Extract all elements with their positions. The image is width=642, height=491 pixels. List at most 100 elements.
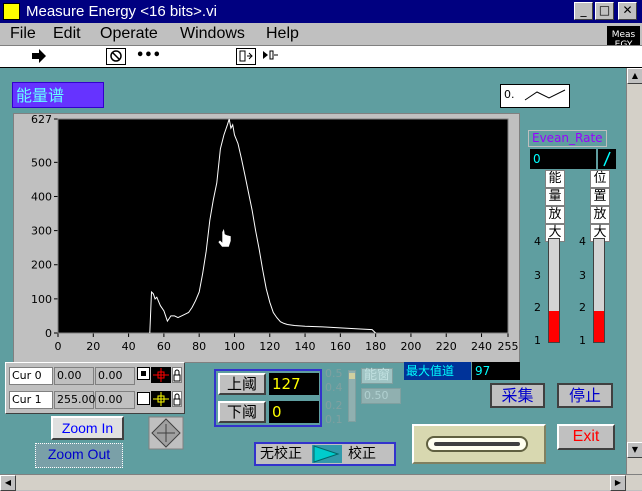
position-gain-char: 放 <box>590 206 610 224</box>
x-tick-label: 240 <box>471 340 492 353</box>
labview-app-icon[interactable] <box>3 3 20 20</box>
energy-window-label: 能窗 <box>361 368 393 384</box>
x-tick-label: 200 <box>400 340 421 353</box>
cursor-y-1: 0.00 <box>95 391 135 409</box>
cursor-x-1: 255.00 <box>54 391 96 409</box>
toolbar <box>0 45 642 68</box>
cursor-crosshair-red-icon[interactable] <box>151 367 171 383</box>
plot-legend[interactable]: 0. <box>500 84 570 108</box>
position-gain-char: 位 <box>590 170 610 188</box>
menu-help[interactable]: Help <box>266 24 299 44</box>
calibration-off-label: 无校正 <box>260 446 302 462</box>
toolbar-dots[interactable]: ••• <box>136 48 161 65</box>
scroll-down-icon[interactable]: ▼ <box>627 442 642 458</box>
position-gain-slider[interactable] <box>593 238 605 343</box>
lower-threshold-label: 下阈 <box>218 401 266 423</box>
energy-window-slider[interactable] <box>348 370 356 422</box>
scroll-right-icon[interactable]: ▶ <box>610 475 626 491</box>
x-tick-label: 100 <box>224 340 245 353</box>
calibration-switch[interactable]: 无校正 校正 <box>254 442 396 466</box>
cursor-lock-icon[interactable] <box>172 367 182 383</box>
energy-spectrum-graph[interactable]: 627 500 400 300 200 100 0 0 20 40 60 80 100 120 140 16… <box>13 113 520 363</box>
position-tick: 1 <box>579 334 586 347</box>
cursor-lock-icon[interactable] <box>172 391 182 407</box>
energy-gain-char: 放 <box>545 206 565 224</box>
cursor-crosshair-yellow-icon[interactable] <box>151 391 171 407</box>
window-tick: 0.1 <box>325 413 343 426</box>
stop-button[interactable]: 停止 <box>557 383 613 408</box>
menu-windows[interactable]: Windows <box>180 24 245 44</box>
upper-threshold-label: 上阈 <box>218 373 266 395</box>
energy-gain-char: 量 <box>545 188 565 206</box>
vi-icon-line1: Meas <box>611 30 636 40</box>
energy-tick: 3 <box>534 269 541 282</box>
x-tick-label: 140 <box>295 340 316 353</box>
cursor-x-0: 0.00 <box>54 367 94 385</box>
upper-threshold-value[interactable]: 127 <box>269 373 319 395</box>
position-gain-char: 置 <box>590 188 610 206</box>
window-tick: 0.5 <box>325 367 343 380</box>
energy-gain-fill <box>549 311 559 342</box>
energy-gain-slider[interactable] <box>548 238 560 343</box>
zoom-in-button[interactable]: Zoom In <box>51 416 124 440</box>
evean-rate-scale <box>598 149 616 169</box>
energy-gain-label: 能 量 放 大 <box>545 170 565 242</box>
maximize-button[interactable]: □ <box>595 2 614 20</box>
x-tick-label: 255 <box>498 340 519 353</box>
cursor-style-1[interactable] <box>137 392 150 405</box>
close-button[interactable]: ✕ <box>618 2 637 20</box>
x-tick-label: 20 <box>86 340 100 353</box>
zoom-out-button[interactable]: Zoom Out <box>35 443 123 468</box>
y-tick-label: 500 <box>31 156 52 169</box>
position-gain-label: 位 置 放 大 <box>590 170 610 242</box>
cursor-style-0[interactable] <box>137 367 150 380</box>
scroll-up-icon[interactable]: ▲ <box>627 68 642 84</box>
menu-file[interactable]: File <box>10 24 36 44</box>
energy-tick: 4 <box>534 235 541 248</box>
calibration-switch-icon[interactable] <box>312 445 342 463</box>
window-title: Measure Energy <16 bits>.vi <box>26 3 217 20</box>
energy-gain-char: 能 <box>545 170 565 188</box>
lower-threshold-value[interactable]: 0 <box>269 401 319 423</box>
window-tick: 0.2 <box>325 399 343 412</box>
scroll-left-icon[interactable]: ◀ <box>0 475 16 491</box>
position-tick: 4 <box>579 235 586 248</box>
horizontal-scrollbar[interactable]: ◀ ▶ <box>0 474 642 491</box>
abort-icon[interactable] <box>106 48 126 65</box>
y-tick-label: 627 <box>31 114 52 126</box>
y-tick-label: 400 <box>31 190 52 203</box>
max-channel-value: 97 <box>472 362 520 380</box>
cursor-name-0[interactable]: Cur 0 <box>9 367 53 385</box>
vertical-scrollbar[interactable]: ▲ ▼ <box>626 68 642 474</box>
run-arrow-icon[interactable] <box>28 48 50 65</box>
x-tick-label: 220 <box>436 340 457 353</box>
menu-edit[interactable]: Edit <box>53 24 81 44</box>
progress-bar <box>426 436 528 452</box>
energy-tick: 2 <box>534 301 541 314</box>
cursor-palette: Cur 0 0.00 0.00 Cur 1 255.00 0.00 <box>5 362 185 414</box>
align-icon[interactable] <box>236 48 256 65</box>
x-tick-label: 180 <box>365 340 386 353</box>
y-tick-label: 200 <box>31 259 52 272</box>
cursor-name-1[interactable]: Cur 1 <box>9 391 53 409</box>
cursor-y-0: 0.00 <box>95 367 135 385</box>
calibration-on-label: 校正 <box>348 446 376 462</box>
energy-window-value[interactable]: 0.50 <box>361 388 401 404</box>
y-tick-label: 300 <box>31 225 52 238</box>
y-tick-label: 0 <box>45 327 52 340</box>
evean-rate-label: Evean_Rate <box>528 130 607 147</box>
y-tick-label: 100 <box>31 293 52 306</box>
position-gain-fill <box>594 311 604 342</box>
evean-rate-value: 0 <box>530 149 596 169</box>
menu-operate[interactable]: Operate <box>100 24 158 44</box>
pan-icon[interactable] <box>148 416 184 450</box>
menu-bar <box>0 23 642 45</box>
exit-button[interactable]: Exit <box>557 424 615 450</box>
plot-area[interactable] <box>57 118 509 334</box>
position-tick: 3 <box>579 269 586 282</box>
x-tick-label: 0 <box>55 340 62 353</box>
distribute-icon[interactable] <box>260 48 280 65</box>
minimize-button[interactable]: _ <box>574 2 593 20</box>
x-tick-label: 160 <box>330 340 351 353</box>
collect-button[interactable]: 采集 <box>490 383 545 408</box>
